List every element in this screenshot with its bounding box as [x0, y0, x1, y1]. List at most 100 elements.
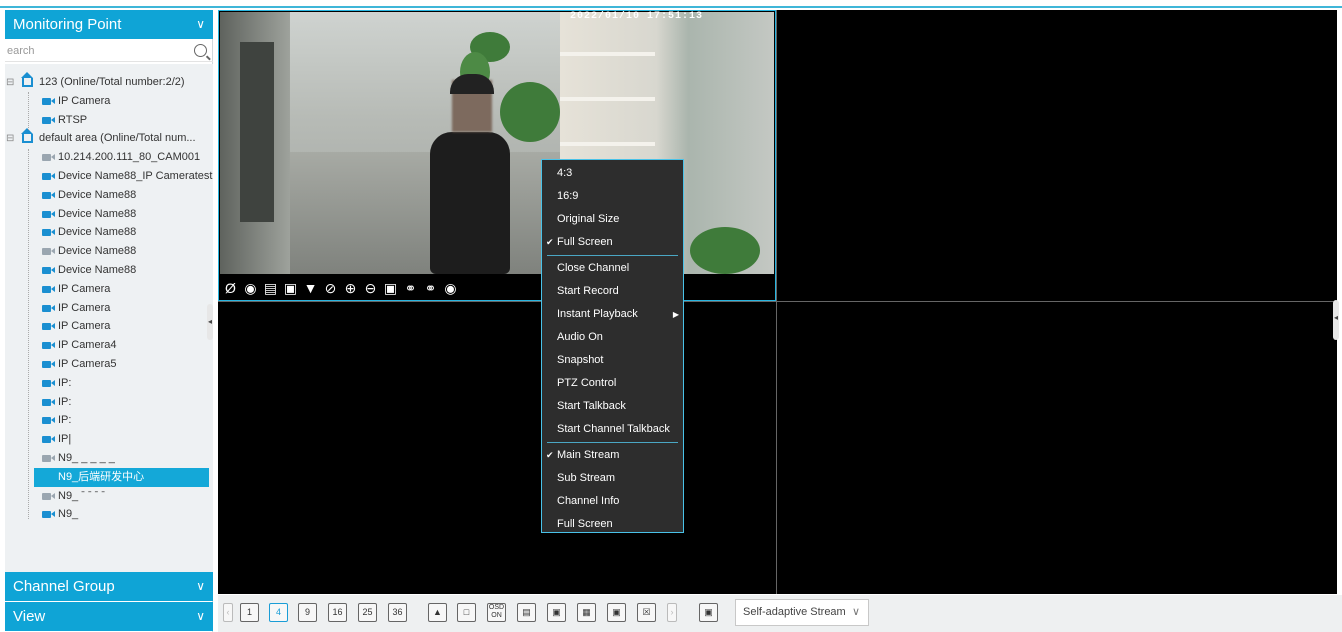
monitoring-point-header[interactable]: Monitoring Point ∨	[5, 10, 213, 39]
tree-area-node[interactable]: ⊟ 123 (Online/Total number:2/2)	[5, 72, 213, 92]
check-icon: ✔	[546, 237, 554, 247]
mic-settings-icon[interactable]: ⚭	[421, 279, 440, 298]
camera-icon	[42, 455, 55, 462]
tree-camera-node[interactable]: 10.214.200.111_80_CAM001	[5, 148, 213, 167]
layout-25-button[interactable]: 25	[358, 603, 377, 622]
tree-camera-node[interactable]: N9_后端研发中心	[5, 467, 213, 487]
search-input[interactable]	[5, 41, 185, 61]
menu-item-label: Main Stream	[557, 449, 620, 461]
location-icon[interactable]: ◉	[441, 279, 460, 298]
menu-item[interactable]: 16:9	[542, 185, 683, 208]
stream-select-value: Self-adaptive Stream	[743, 606, 846, 618]
dome-icon[interactable]: ▼	[301, 279, 320, 298]
fit-screen-icon[interactable]: ▣	[607, 603, 626, 622]
tree-camera-node[interactable]: IP Camera5	[5, 355, 213, 374]
menu-item[interactable]: ✔ Full Screen	[542, 231, 683, 254]
menu-item[interactable]: PTZ Control	[542, 372, 683, 395]
channel-group-title: Channel Group	[13, 578, 115, 595]
collapse-right-handle[interactable]: ◂	[1333, 300, 1339, 340]
tree-camera-node[interactable]: IP Camera	[5, 299, 213, 318]
osd-on-icon[interactable]: OSD ON	[487, 603, 506, 622]
menu-item[interactable]: Start Record	[542, 280, 683, 303]
tree-node-label: IP Camera5	[58, 358, 117, 370]
active-cell-border	[218, 10, 776, 301]
menu-item[interactable]: Close Channel	[542, 257, 683, 280]
tree-camera-node[interactable]: IP:	[5, 393, 213, 412]
layout-36-button[interactable]: 36	[388, 603, 407, 622]
tree-camera-node[interactable]: Device Name88_IP Cameratest	[5, 167, 213, 186]
menu-item[interactable]: Audio On	[542, 326, 683, 349]
layout-9-button[interactable]: 9	[298, 603, 317, 622]
menu-item[interactable]: ✔ Main Stream	[542, 444, 683, 467]
layout-4-button[interactable]: 4	[269, 603, 288, 622]
menu-item[interactable]: Start Talkback	[542, 395, 683, 418]
menu-item[interactable]: Instant Playback ▶	[542, 303, 683, 326]
menu-item[interactable]: Original Size	[542, 208, 683, 231]
record-all-icon[interactable]: ▦	[577, 603, 596, 622]
collapse-left-handle[interactable]: ◂	[207, 304, 213, 340]
tree-camera-node[interactable]: Device Name88	[5, 261, 213, 280]
top-accent-line	[0, 6, 1342, 8]
tree-camera-node[interactable]: IP:	[5, 374, 213, 393]
layout-16-button[interactable]: 16	[328, 603, 347, 622]
mute-icon[interactable]: ▤	[261, 279, 280, 298]
tree-area-node[interactable]: ⊟ default area (Online/Total num...	[5, 128, 213, 148]
no-zoom-icon[interactable]: ⊘	[321, 279, 340, 298]
menu-item-label: PTZ Control	[557, 377, 617, 389]
camera-icon	[42, 97, 55, 105]
eye-off-icon[interactable]: Ø	[221, 279, 240, 298]
menu-separator	[547, 442, 678, 443]
tree-camera-node[interactable]: N9_ _ _ _ _	[5, 449, 213, 468]
sequence-icon[interactable]: ▲	[428, 603, 447, 622]
chevron-down-icon: ∨	[851, 606, 860, 618]
tree-node-label: Device Name88	[58, 245, 137, 258]
tree-camera-node[interactable]: IP|	[5, 430, 213, 449]
menu-item[interactable]: Sub Stream	[542, 467, 683, 490]
view-header[interactable]: View ∨	[5, 602, 213, 631]
tree-camera-node[interactable]: Device Name88	[5, 205, 213, 224]
zoom-out-icon[interactable]: ⊖	[361, 279, 380, 298]
tree-node-label: default area (Online/Total num...	[39, 132, 196, 145]
menu-item[interactable]: 4:3	[542, 162, 683, 185]
fullscreen-icon[interactable]: □	[457, 603, 476, 622]
stream-select[interactable]: Self-adaptive Stream ∨	[735, 599, 869, 626]
prev-page-button[interactable]: ‹	[223, 603, 233, 622]
tree-camera-node[interactable]: IP Camera	[5, 92, 213, 111]
fit-icon[interactable]: ▣	[381, 279, 400, 298]
tree-camera-node[interactable]: Device Name88	[5, 223, 213, 242]
channel-group-header[interactable]: Channel Group ∨	[5, 572, 213, 601]
tree-camera-node[interactable]: RTSP	[5, 111, 213, 130]
menu-item[interactable]: Full Screen	[542, 513, 683, 536]
expand-icon[interactable]: ⊟	[6, 73, 14, 92]
next-page-button[interactable]: ›	[667, 603, 677, 622]
expand-icon[interactable]: ⊟	[6, 129, 14, 148]
context-menu: 4:3 16:9 Original Size ✔ Full Screen Close Ch…	[541, 159, 684, 533]
audio-icon[interactable]: ▤	[517, 603, 536, 622]
camera-icon	[42, 191, 55, 199]
close-all-icon[interactable]: ☒	[637, 603, 656, 622]
snapshot-all-icon[interactable]: ▣	[547, 603, 566, 622]
tree-camera-node[interactable]: Device Name88	[5, 186, 213, 205]
menu-item[interactable]: Start Channel Talkback	[542, 418, 683, 441]
tree-camera-node[interactable]: Device Name88	[5, 242, 213, 261]
tree-camera-node[interactable]: N9_	[5, 505, 213, 524]
layout-1-button[interactable]: 1	[240, 603, 259, 622]
menu-item[interactable]: Snapshot	[542, 349, 683, 372]
tree-node-label: IP Camera	[58, 94, 111, 107]
record-icon[interactable]: ◉	[241, 279, 260, 298]
search-icon[interactable]	[194, 44, 207, 57]
tree-camera-node[interactable]: IP:	[5, 411, 213, 430]
mic-icon[interactable]: ⚭	[401, 279, 420, 298]
bottom-toolbar: ‹ 1 4 9 16 25 36 ▲ □ OSD ON ▤ ▣ ▦ ▣ ☒ › ▣ Self…	[218, 595, 1342, 632]
save-view-icon[interactable]: ▣	[699, 603, 718, 622]
tree-camera-node[interactable]: IP Camera	[5, 317, 213, 336]
tree-node-label: IP:	[58, 376, 72, 389]
tree-camera-node[interactable]: IP Camera4	[5, 336, 213, 355]
menu-item-label: Start Record	[557, 285, 619, 297]
snapshot-icon[interactable]: ▣	[281, 279, 300, 298]
camera-icon	[42, 417, 55, 425]
zoom-in-icon[interactable]: ⊕	[341, 279, 360, 298]
tree-camera-node[interactable]: IP Camera	[5, 280, 213, 299]
menu-item[interactable]: Channel Info	[542, 490, 683, 513]
tree-camera-node[interactable]: N9_ ˉ ˉ ˉ ˉ	[5, 487, 213, 506]
